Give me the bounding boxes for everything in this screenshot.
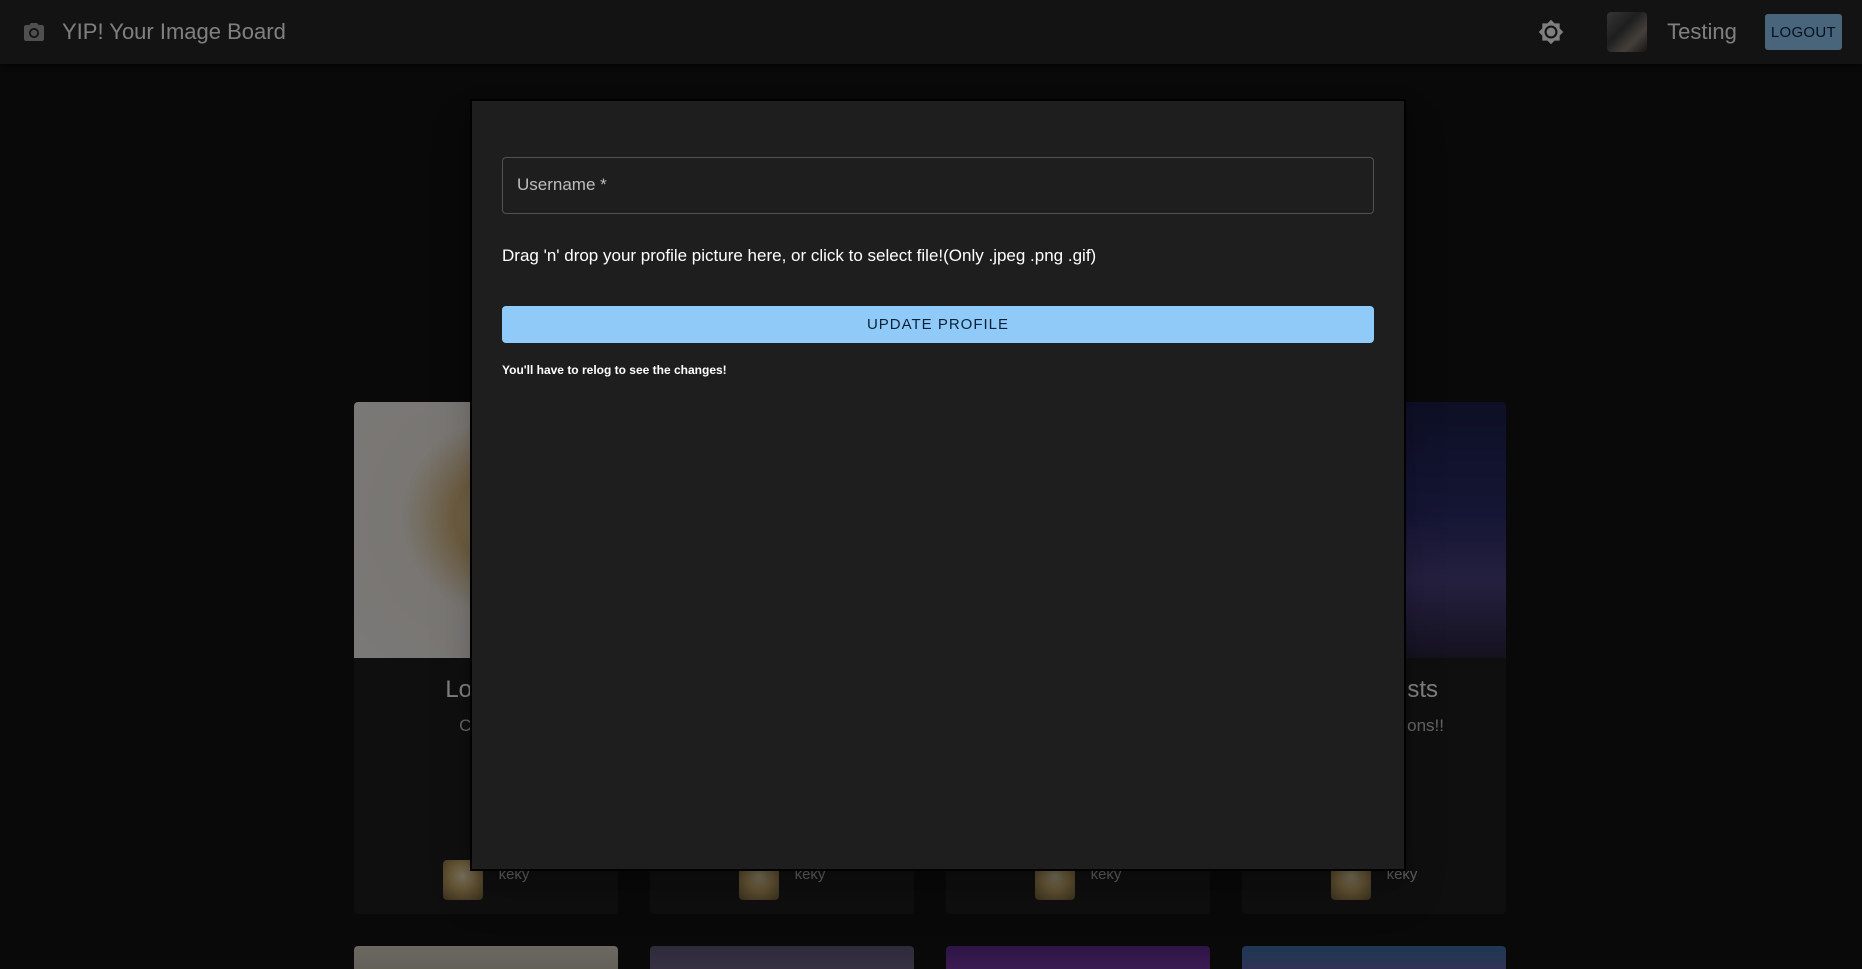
edit-profile-modal: Username * Drag 'n' drop your profile pi… — [470, 99, 1406, 871]
username-input[interactable] — [503, 158, 1373, 213]
profile-picture-dropzone[interactable]: Drag 'n' drop your profile picture here,… — [502, 246, 1374, 266]
relog-note: You'll have to relog to see the changes! — [502, 363, 727, 377]
update-profile-button[interactable]: UPDATE PROFILE — [502, 306, 1374, 343]
username-field[interactable]: Username * — [502, 157, 1374, 214]
page: YIP! Your Image Board Testing LOGOUT Lor… — [0, 0, 1862, 969]
